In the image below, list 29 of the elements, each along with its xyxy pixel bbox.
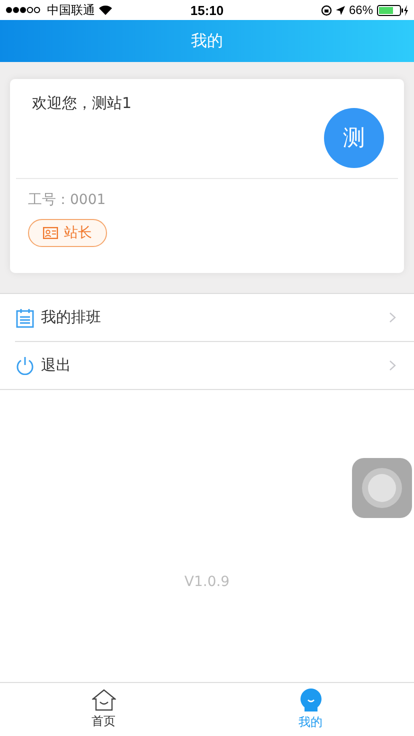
id-card-icon (43, 227, 58, 239)
menu-item[interactable]: 我的排班 (0, 294, 414, 341)
tab-label: 首页 (92, 713, 116, 730)
location-icon (336, 6, 345, 14)
carrier-name: 中国联通 (47, 2, 95, 18)
chevron-icon (389, 360, 396, 371)
greeting-text: 欢迎您，测站1 (32, 94, 132, 114)
avatar: 测 (324, 108, 384, 168)
menu-label: 我的排班 (41, 308, 102, 327)
calendar-icon (16, 308, 34, 328)
version-text: V1.0.9 (184, 574, 230, 590)
assistive-touch-button[interactable] (352, 458, 412, 518)
battery-icon (377, 4, 409, 16)
role-text: 站长 (64, 224, 92, 242)
employee-id: 工号：0001 (28, 191, 107, 209)
battery-percent: 66% (348, 3, 373, 17)
tab[interactable]: 首页 (0, 683, 207, 736)
page-title: 我的 (191, 30, 223, 52)
home-icon (92, 689, 116, 711)
person-icon (298, 688, 322, 712)
tab-label: 我的 (298, 714, 322, 731)
clock-time: 15:10 (190, 2, 224, 18)
power-icon (16, 356, 34, 375)
menu-item[interactable]: 退出 (15, 341, 414, 389)
rotation-lock-icon (320, 4, 332, 16)
signal-icon (5, 6, 43, 14)
chevron-icon (389, 312, 396, 323)
wifi-icon (99, 5, 112, 15)
menu-label: 退出 (41, 356, 72, 375)
